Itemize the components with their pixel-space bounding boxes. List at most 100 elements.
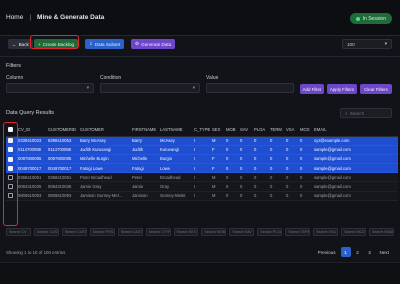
table-cell: 0	[268, 181, 284, 192]
column-label: Column	[6, 75, 24, 81]
generate-label: Generate Data	[141, 41, 172, 47]
page-3-button[interactable]: 3	[365, 247, 375, 257]
column-header[interactable]: CUSTOMERID	[46, 124, 78, 137]
table-cell: 0	[284, 191, 298, 201]
column-search-input[interactable]: Search SAV	[229, 228, 255, 236]
table-row[interactable]: 0806610093 0806610093 Jamison Gurney-Mel..…	[6, 191, 398, 201]
breadcrumb-home[interactable]: Home	[6, 14, 23, 21]
page-2-button[interactable]: 2	[353, 247, 363, 257]
condition-select[interactable]: ▾	[100, 83, 200, 93]
table-row[interactable]: 0368410061 0368410061 Peter Broadhead Peter…	[6, 172, 398, 183]
column-header[interactable]: MOB	[224, 124, 238, 137]
table-cell: Burgin	[158, 154, 192, 165]
table-cell: 0	[298, 145, 312, 155]
column-search-input[interactable]: Search CUST	[33, 228, 59, 236]
table-cell: sample@gmail.com	[312, 181, 398, 192]
column-search-input[interactable]: Search MCD	[341, 228, 366, 236]
table-cell: I	[192, 163, 210, 174]
session-status-badge[interactable]: In Session	[349, 13, 392, 24]
column-select[interactable]: ▾	[6, 83, 94, 93]
table-row[interactable]: 0339410023 8398410053 Barry McAsey Barry McA…	[6, 136, 398, 146]
table-cell: 0806610093	[16, 191, 46, 201]
search-input[interactable]: ⌕ Search	[340, 108, 392, 118]
column-search-input[interactable]: Search EMAIL	[368, 228, 394, 236]
column-search-input[interactable]: Search CV	[6, 228, 31, 236]
arrow-left-icon: ←	[12, 41, 17, 47]
table-row[interactable]: 0114700088 0114700088 Judith Kuruvangi Judi…	[6, 145, 398, 155]
clear-filters-button[interactable]: Clear Filters	[360, 84, 392, 94]
column-header[interactable]: EMAIL	[312, 124, 398, 137]
table-cell: Jamie Gray	[78, 181, 130, 192]
table-cell: 0	[238, 191, 252, 201]
table-cell: M	[210, 191, 224, 201]
table-cell: F	[210, 163, 224, 174]
table-cell: I	[192, 191, 210, 201]
next-page-button[interactable]: Next	[377, 247, 392, 257]
column-header[interactable]: LASTNAME	[158, 124, 192, 137]
chevron-down-icon: ▾	[192, 85, 195, 90]
table-cell: I	[192, 154, 210, 165]
column-search-row: Search CVSearch CUSTSearch CUSTNAMESearc…	[6, 228, 394, 236]
value-input[interactable]	[206, 83, 294, 93]
table-cell: 0	[298, 154, 312, 165]
column-search-input[interactable]: Search CUSTNAME	[61, 228, 87, 236]
filters-panel: Filters Column Condition Value ▾ ▾	[0, 56, 400, 102]
breadcrumb: Home | Mine & Generate Data	[6, 14, 104, 21]
table-cell: 0049700017	[46, 163, 78, 174]
column-search-input[interactable]: Search SEX	[173, 228, 199, 236]
column-search-input[interactable]: Search PLOA	[257, 228, 283, 236]
column-header[interactable]: TERM	[268, 124, 284, 137]
column-search-input[interactable]: Search TERM	[285, 228, 311, 236]
previous-page-button[interactable]: Previous	[315, 247, 339, 257]
column-header[interactable]: MCD	[298, 124, 312, 137]
table-cell: 0	[284, 172, 298, 183]
table-cell: Fatogi	[130, 163, 158, 174]
column-search-input[interactable]: Search VSA	[313, 228, 339, 236]
table-cell: 0	[298, 163, 312, 174]
table-cell: 0114700088	[46, 145, 78, 155]
generate-data-button[interactable]: ⚙ Generate Data	[131, 39, 176, 49]
table-cell: 0	[224, 145, 238, 155]
table-cell: 0	[268, 191, 284, 201]
gear-icon: ⚙	[135, 41, 140, 46]
column-header[interactable]: C_TYPE	[192, 124, 210, 137]
add-filter-button[interactable]: Add Filter	[300, 84, 324, 94]
column-header[interactable]: VSA	[284, 124, 298, 137]
table-cell: 0	[238, 181, 252, 192]
column-header[interactable]: PLOA	[252, 124, 268, 137]
column-search-input[interactable]: Search FIRST	[89, 228, 115, 236]
column-header[interactable]: CUSTOMER	[78, 124, 130, 137]
table-cell: 0	[238, 163, 252, 174]
table-cell: 0084310035	[16, 181, 46, 192]
table-row[interactable]: 0084310035 0084310035 Jamie Gray Jamie Gray I…	[6, 181, 398, 192]
table-row[interactable]: 0097800085 0097800085 Michelle Burgin Miche…	[6, 154, 398, 165]
table-cell: Judith Kuruvangi	[78, 145, 130, 155]
column-search-input[interactable]: Search CTYP	[145, 228, 171, 236]
value-label: Value	[206, 75, 219, 81]
table-row[interactable]: 0049700017 0049700017 Fatogi Lowe Fatogi Low…	[6, 163, 398, 174]
search-icon: ⌕	[345, 110, 348, 116]
condition-label: Condition	[100, 75, 122, 81]
table-cell: 0	[284, 145, 298, 155]
page-1-button[interactable]: 1	[340, 247, 351, 257]
table-cell: 0	[224, 191, 238, 201]
table-cell: Gurney-Melet	[158, 191, 192, 201]
table-cell: Broadhead	[158, 172, 192, 183]
table-cell: Michelle Burgin	[78, 154, 130, 165]
column-header[interactable]: SEX	[210, 124, 224, 137]
apply-filters-button[interactable]: Apply Filters	[327, 84, 357, 94]
bottom-bar	[0, 262, 400, 284]
column-header[interactable]: CV_ID	[16, 124, 46, 137]
rows-per-page-select[interactable]: 100 ▾	[342, 39, 392, 49]
column-header[interactable]: SAV	[238, 124, 252, 137]
column-search-input[interactable]: Search LAST	[117, 228, 143, 236]
column-header[interactable]: FIRSTNAME	[130, 124, 158, 137]
data-subset-button[interactable]: ⇩ Data Subset	[85, 39, 125, 49]
column-search-input[interactable]: Search MOB	[201, 228, 227, 236]
table-cell: 0	[268, 154, 284, 165]
table-cell: 0097800085	[46, 154, 78, 165]
table-cell: 0	[224, 154, 238, 165]
table-cell: 0	[268, 145, 284, 155]
table-cell: 0084310035	[46, 181, 78, 192]
create-button-highlight	[30, 35, 79, 49]
